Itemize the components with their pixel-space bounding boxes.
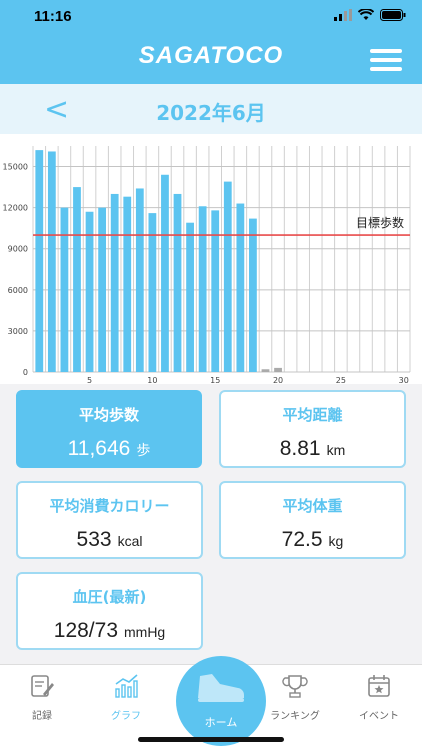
month-navigation: < 2022年6月 [0,84,422,134]
status-icons [334,9,406,21]
bar [186,222,194,372]
bar [261,369,270,372]
x-tick-label: 5 [87,376,92,384]
y-tick-label: 9000 [8,245,28,254]
bar [161,174,169,372]
avg-calories-unit: kcal [117,533,143,549]
y-tick-label: 0 [23,368,28,377]
calendar-icon [368,675,390,697]
y-tick-label: 3000 [8,327,28,336]
app-header: SAGATOCO [0,34,422,84]
status-bar: 11:16 [0,0,422,34]
tab-record[interactable]: 記録 [0,673,84,722]
y-tick-label: 6000 [8,286,28,295]
bar [123,196,132,372]
bar [35,150,44,372]
bar [249,218,257,372]
bar [274,367,282,372]
record-icon [31,675,54,697]
steps-chart-svg: 0 3000 6000 9000 12000 15000 5 10 15 20 25 30 目標歩数 [3,146,411,385]
home-button[interactable]: ホーム [176,656,266,746]
bar [148,213,157,372]
menu-bar [370,49,402,53]
bar [236,203,245,372]
tab-event-label: イベント [359,711,399,722]
avg-weight-value: 72.5 [281,528,323,551]
x-tick-label: 30 [399,376,409,384]
battery-icon [380,9,406,21]
bar [73,187,81,372]
target-label: 目標歩数 [356,215,404,230]
avg-steps-unit: 歩 [136,442,151,458]
steps-chart: 0 3000 6000 9000 12000 15000 5 10 15 20 25 30 目標歩数 [0,134,422,385]
blood-pressure-unit: mmHg [124,624,166,640]
tab-record-label: 記録 [32,711,52,722]
bar [60,207,69,372]
menu-bar [370,67,402,71]
avg-steps-card[interactable]: 平均歩数 11,646 歩 [16,390,202,468]
avg-distance-unit: km [326,442,346,458]
blood-pressure-value: 128/73 [53,619,118,642]
bar [135,188,144,372]
bar [173,193,182,372]
signal-icon [334,9,352,21]
avg-calories-label: 平均消費カロリー [49,497,170,515]
home-indicator [138,737,284,742]
trophy-icon [282,675,308,698]
avg-calories-value: 533 [76,528,112,551]
blood-pressure-card[interactable]: 血圧(最新) 128/73 mmHg [16,572,203,650]
bar [47,151,56,372]
bar [223,181,232,372]
x-tick-label: 15 [210,376,220,384]
avg-distance-label: 平均距離 [282,406,343,424]
y-tick-label: 12000 [3,204,28,213]
avg-steps-value: 11,646 [67,437,131,460]
avg-weight-card[interactable]: 平均体重 72.5 kg [219,481,406,559]
shoe-icon [198,674,245,702]
bar [198,206,207,372]
avg-steps-label: 平均歩数 [78,406,139,424]
avg-weight-label: 平均体重 [282,497,343,515]
blood-pressure-label: 血圧(最新) [72,588,147,606]
y-tick-label: 15000 [3,163,28,172]
tab-event[interactable]: イベント [337,673,421,722]
avg-distance-card[interactable]: 平均距離 8.81 km [219,390,406,468]
month-title: 2022年6月 [156,101,266,125]
bar [110,193,119,372]
bar [98,207,107,372]
wifi-icon [358,9,374,20]
status-time: 11:16 [34,8,72,25]
x-tick-label: 10 [147,376,157,384]
app-logo: SAGATOCO [138,42,284,69]
tab-graph[interactable]: グラフ [84,673,168,722]
tab-graph-label: グラフ [111,711,141,722]
x-tick-label: 20 [273,376,283,384]
avg-distance-value: 8.81 [279,437,321,460]
home-label: ホーム [204,716,238,729]
avg-weight-unit: kg [328,533,344,549]
menu-bar [370,58,402,62]
graph-icon [115,674,138,698]
menu-button[interactable] [370,49,402,71]
avg-calories-card[interactable]: 平均消費カロリー 533 kcal [16,481,203,559]
x-tick-label: 25 [336,376,346,384]
